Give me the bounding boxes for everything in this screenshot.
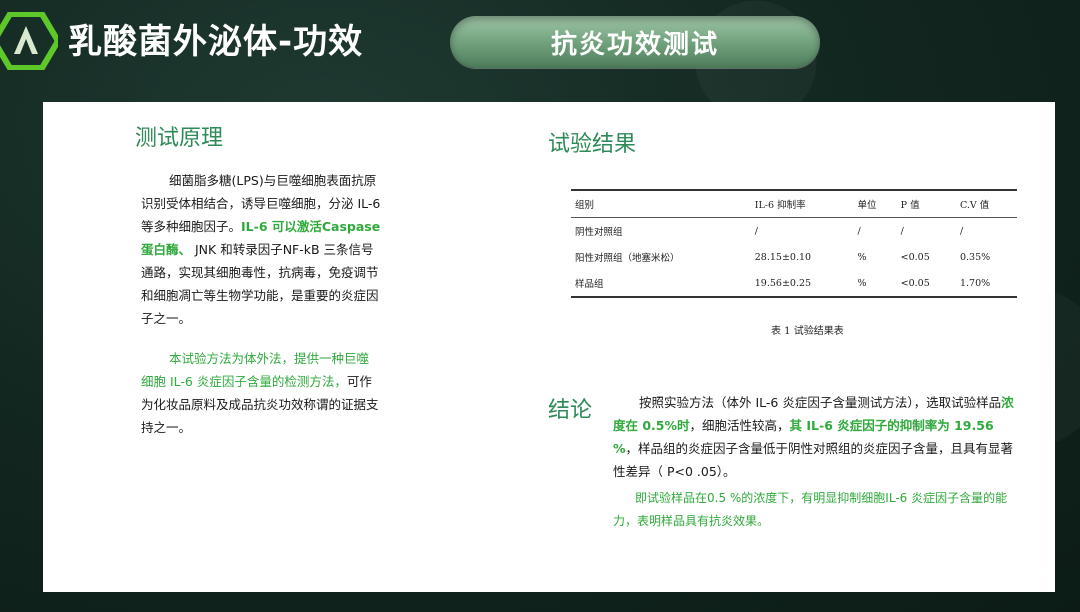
- table-cell: /: [857, 225, 861, 237]
- table-caption: 表 1 试验结果表: [771, 326, 844, 337]
- table-cell: /: [900, 225, 904, 237]
- table-cell: 1.70%: [955, 270, 1017, 298]
- page-title: 乳酸菌外泌体-功效: [68, 22, 364, 62]
- col-header: IL-6 抑制率: [750, 189, 854, 218]
- brand-logo-icon: [0, 12, 58, 70]
- conclusion-summary: 即试验样品在0.5 %的浓度下，有明显抑制细胞IL-6 炎症因子含量的能力，表明…: [613, 491, 1008, 528]
- conclusion-text-3: ，样品组的炎症因子含量低于阴性对照组的炎症因子含量，且具有显著性差异（ P<0 …: [613, 441, 1014, 479]
- table-cell: 阳性对照组（地塞米松）: [575, 253, 680, 264]
- conclusion-heading: 结论: [548, 398, 593, 423]
- method-paragraph: 本试验方法为体外法，提供一种巨噬细胞 IL-6 炎症因子含量的检测方法，可作为化…: [141, 347, 381, 439]
- principle-paragraph: 细菌脂多糖(LPS)与巨噬细胞表面抗原识别受体相结合，诱导巨噬细胞，分泌 IL-…: [141, 169, 381, 330]
- principle-heading: 测试原理: [135, 126, 224, 151]
- table-cell: 样品组: [571, 270, 751, 298]
- table-cell: %: [857, 251, 867, 263]
- section-badge: 抗炎功效测试: [450, 16, 820, 68]
- table-cell: 0.35%: [959, 251, 991, 263]
- table-cell: <0.05: [900, 251, 930, 263]
- table-cell: 28.15±0.10: [754, 251, 812, 263]
- results-heading: 试验结果: [548, 132, 637, 157]
- method-highlight: 本试验方法为体外法，提供一种巨噬细胞 IL-6 炎症因子含量的检测方法，: [141, 351, 370, 389]
- content-panel: 测试原理 细菌脂多糖(LPS)与巨噬细胞表面抗原识别受体相结合，诱导巨噬细胞，分…: [43, 102, 1055, 592]
- table-cell: /: [959, 225, 964, 237]
- col-header: 单位: [853, 189, 897, 218]
- table-cell: 19.56±0.25: [750, 270, 854, 298]
- col-header: P 值: [896, 189, 956, 218]
- col-header: 组别: [571, 189, 751, 218]
- table-row: 阳性对照组（地塞米松） 28.15±0.10 % <0.05 0.35%: [571, 244, 1017, 270]
- table-row: 阴性对照组 / / / /: [571, 218, 1017, 245]
- table-cell: <0.05: [896, 270, 956, 298]
- conclusion-paragraph: 按照实验方法（体外 IL-6 炎症因子含量测试方法），选取试验样品浓度在 0.5…: [613, 391, 1017, 483]
- table-header-row: 组别 IL-6 抑制率 单位 P 值 C.V 值: [571, 189, 1017, 218]
- conclusion-text-2: ，细胞活性较高，: [689, 418, 790, 433]
- results-table: 组别 IL-6 抑制率 单位 P 值 C.V 值 阴性对照组 / / / / 阳…: [571, 189, 1017, 298]
- table-cell: 阴性对照组: [575, 227, 623, 238]
- section-badge-label: 抗炎功效测试: [550, 29, 719, 60]
- col-header: C.V 值: [955, 189, 1017, 218]
- table-cell: /: [754, 225, 758, 237]
- table-cell: %: [853, 270, 897, 298]
- conclusion-text-1: 按照实验方法（体外 IL-6 炎症因子含量测试方法），选取试验样品: [639, 395, 1002, 410]
- table-row: 样品组 19.56±0.25 % <0.05 1.70%: [571, 270, 1017, 298]
